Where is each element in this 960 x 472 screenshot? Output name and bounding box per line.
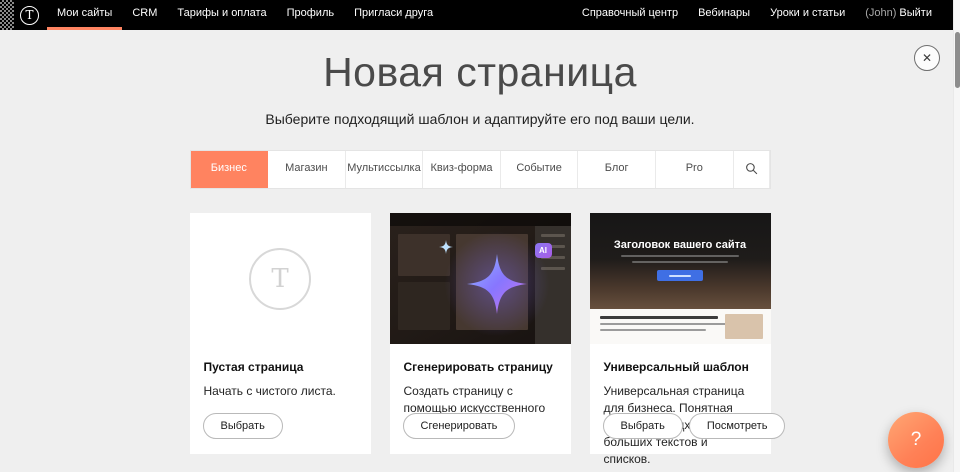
page-title: Новая страница — [0, 49, 960, 96]
nav-tariffs[interactable]: Тарифы и оплата — [167, 0, 276, 30]
card-title: Универсальный шаблон — [604, 360, 757, 374]
topbar: T Мои сайты CRM Тарифы и оплата Профиль … — [0, 0, 960, 30]
card-actions: Выбрать Посмотреть — [603, 413, 786, 439]
topbar-nav-left: Мои сайты CRM Тарифы и оплата Профиль Пр… — [47, 0, 443, 30]
preview-section — [590, 309, 771, 344]
nav-webinars[interactable]: Вебинары — [688, 0, 760, 30]
tab-pro[interactable]: Pro — [656, 151, 734, 188]
tab-blog[interactable]: Блог — [578, 151, 656, 188]
scrollbar[interactable] — [953, 0, 960, 472]
generate-button[interactable]: Сгенерировать — [403, 413, 516, 439]
corner-pattern-decoration — [0, 0, 14, 30]
view-button[interactable]: Посмотреть — [689, 413, 786, 439]
logo-wrap[interactable]: T — [14, 0, 47, 30]
question-mark-icon: ? — [911, 429, 922, 451]
topbar-nav-right: Справочный центр Вебинары Уроки и статьи… — [572, 0, 960, 30]
logout-label: Выйти — [899, 0, 932, 27]
nav-my-sites[interactable]: Мои сайты — [47, 0, 122, 30]
template-card-ai-generate[interactable]: AI Сгенерировать страницу Создать страни… — [390, 213, 571, 454]
nav-help-center[interactable]: Справочный центр — [572, 0, 688, 30]
close-icon: ✕ — [922, 51, 932, 65]
help-button[interactable]: ? — [888, 412, 944, 468]
card-title: Пустая страница — [204, 360, 357, 374]
card-title: Сгенерировать страницу — [404, 360, 557, 374]
tab-multilink[interactable]: Мультиссылка — [346, 151, 424, 188]
tab-search[interactable] — [734, 151, 770, 188]
ai-badge: AI — [535, 243, 552, 258]
select-button[interactable]: Выбрать — [603, 413, 683, 439]
scrollbar-thumb[interactable] — [955, 32, 960, 88]
preview-thumb-image — [725, 314, 763, 339]
select-button[interactable]: Выбрать — [203, 413, 283, 439]
nav-crm[interactable]: CRM — [122, 0, 167, 30]
universal-preview-image: Заголовок вашего сайта — [590, 213, 771, 344]
tab-shop[interactable]: Магазин — [268, 151, 346, 188]
template-card-blank[interactable]: T Пустая страница Начать с чистого листа… — [190, 213, 371, 454]
template-grid: T Пустая страница Начать с чистого листа… — [190, 213, 771, 472]
template-card-universal[interactable]: Заголовок вашего сайта Универсальный шаб… — [590, 213, 771, 454]
close-button[interactable]: ✕ — [914, 45, 940, 71]
preview-text-line — [621, 255, 739, 257]
ai-preview-image: AI — [390, 213, 571, 344]
page-subtitle: Выберите подходящий шаблон и адаптируйте… — [0, 111, 960, 127]
card-body: Пустая страница Начать с чистого листа. — [190, 344, 371, 400]
preview-hero: Заголовок вашего сайта — [590, 213, 771, 309]
preview-hero-button — [657, 270, 703, 281]
ai-sparkle-star-icon — [462, 249, 532, 319]
nav-lessons[interactable]: Уроки и статьи — [760, 0, 855, 30]
username-label: (John) — [865, 0, 899, 27]
card-description: Начать с чистого листа. — [204, 383, 357, 400]
nav-profile[interactable]: Профиль — [277, 0, 345, 30]
preview-text-line — [632, 261, 728, 263]
preview-site-header — [390, 213, 571, 226]
tilda-logo-circle-icon: T — [249, 248, 311, 310]
card-body: Универсальный шаблон Универсальная стран… — [590, 344, 771, 468]
nav-invite-friend[interactable]: Пригласи друга — [344, 0, 443, 30]
preview-tile — [398, 282, 450, 330]
card-actions: Выбрать — [203, 413, 283, 439]
nav-logout[interactable]: (John) Выйти — [855, 0, 942, 30]
card-actions: Сгенерировать — [403, 413, 516, 439]
template-category-tabs: Бизнес Магазин Мультиссылка Квиз-форма С… — [190, 150, 771, 189]
small-sparkle-icon — [438, 239, 454, 260]
tab-business[interactable]: Бизнес — [191, 151, 269, 188]
tab-quiz-form[interactable]: Квиз-форма — [423, 151, 501, 188]
tab-event[interactable]: Событие — [501, 151, 579, 188]
tilda-logo-icon[interactable]: T — [20, 6, 39, 25]
search-icon — [745, 162, 758, 178]
blank-preview: T — [190, 213, 371, 344]
preview-hero-heading: Заголовок вашего сайта — [590, 213, 771, 251]
